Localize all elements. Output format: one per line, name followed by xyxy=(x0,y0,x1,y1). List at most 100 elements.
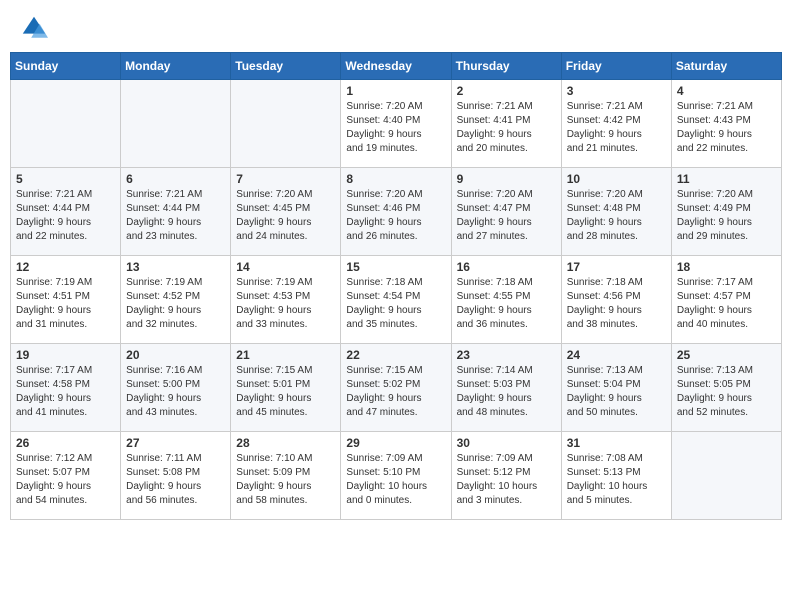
day-number: 4 xyxy=(677,84,776,98)
day-number: 12 xyxy=(16,260,115,274)
day-number: 17 xyxy=(567,260,666,274)
weekday-header-saturday: Saturday xyxy=(671,53,781,80)
calendar-header: SundayMondayTuesdayWednesdayThursdayFrid… xyxy=(11,53,782,80)
calendar-week-2: 5 Sunrise: 7:21 AM Sunset: 4:44 PM Daylig… xyxy=(11,168,782,256)
day-info: Sunrise: 7:20 AM Sunset: 4:48 PM Dayligh… xyxy=(567,188,666,244)
day-info: Sunrise: 7:20 AM Sunset: 4:45 PM Dayligh… xyxy=(236,188,335,244)
weekday-header-thursday: Thursday xyxy=(451,53,561,80)
day-number: 15 xyxy=(346,260,445,274)
calendar-cell: 30 Sunrise: 7:09 AM Sunset: 5:12 PM Dayli… xyxy=(451,432,561,520)
day-number: 7 xyxy=(236,172,335,186)
calendar-week-1: 1Sunrise: 7:20 AM Sunset: 4:40 PM Daylig… xyxy=(11,80,782,168)
day-number: 8 xyxy=(346,172,445,186)
logo xyxy=(20,14,52,42)
day-info: Sunrise: 7:14 AM Sunset: 5:03 PM Dayligh… xyxy=(457,364,556,420)
calendar-cell: 18Sunrise: 7:17 AM Sunset: 4:57 PM Dayli… xyxy=(671,256,781,344)
calendar-cell: 10Sunrise: 7:20 AM Sunset: 4:48 PM Dayli… xyxy=(561,168,671,256)
day-info: Sunrise: 7:20 AM Sunset: 4:46 PM Dayligh… xyxy=(346,188,445,244)
calendar-cell: 26Sunrise: 7:12 AM Sunset: 5:07 PM Dayli… xyxy=(11,432,121,520)
day-info: Sunrise: 7:19 AM Sunset: 4:51 PM Dayligh… xyxy=(16,276,115,332)
calendar-cell: 7 Sunrise: 7:20 AM Sunset: 4:45 PM Daylig… xyxy=(231,168,341,256)
calendar-week-5: 26Sunrise: 7:12 AM Sunset: 5:07 PM Dayli… xyxy=(11,432,782,520)
day-info: Sunrise: 7:21 AM Sunset: 4:43 PM Dayligh… xyxy=(677,100,776,156)
day-info: Sunrise: 7:19 AM Sunset: 4:52 PM Dayligh… xyxy=(126,276,225,332)
day-number: 18 xyxy=(677,260,776,274)
day-info: Sunrise: 7:18 AM Sunset: 4:55 PM Dayligh… xyxy=(457,276,556,332)
calendar-cell: 22 Sunrise: 7:15 AM Sunset: 5:02 PM Dayli… xyxy=(341,344,451,432)
calendar-week-3: 12 Sunrise: 7:19 AM Sunset: 4:51 PM Dayli… xyxy=(11,256,782,344)
calendar-week-4: 19Sunrise: 7:17 AM Sunset: 4:58 PM Dayli… xyxy=(11,344,782,432)
day-number: 25 xyxy=(677,348,776,362)
calendar-container: SundayMondayTuesdayWednesdayThursdayFrid… xyxy=(0,52,792,530)
weekday-header-friday: Friday xyxy=(561,53,671,80)
header xyxy=(0,0,792,52)
day-number: 6 xyxy=(126,172,225,186)
day-info: Sunrise: 7:20 AM Sunset: 4:47 PM Dayligh… xyxy=(457,188,556,244)
calendar-cell xyxy=(231,80,341,168)
calendar-cell: 2 Sunrise: 7:21 AM Sunset: 4:41 PM Daylig… xyxy=(451,80,561,168)
day-number: 2 xyxy=(457,84,556,98)
weekday-row: SundayMondayTuesdayWednesdayThursdayFrid… xyxy=(11,53,782,80)
day-info: Sunrise: 7:21 AM Sunset: 4:44 PM Dayligh… xyxy=(16,188,115,244)
calendar-cell: 6Sunrise: 7:21 AM Sunset: 4:44 PM Daylig… xyxy=(121,168,231,256)
day-number: 13 xyxy=(126,260,225,274)
day-info: Sunrise: 7:16 AM Sunset: 5:00 PM Dayligh… xyxy=(126,364,225,420)
day-number: 28 xyxy=(236,436,335,450)
day-number: 30 xyxy=(457,436,556,450)
day-info: Sunrise: 7:18 AM Sunset: 4:54 PM Dayligh… xyxy=(346,276,445,332)
day-info: Sunrise: 7:13 AM Sunset: 5:04 PM Dayligh… xyxy=(567,364,666,420)
day-info: Sunrise: 7:13 AM Sunset: 5:05 PM Dayligh… xyxy=(677,364,776,420)
day-number: 9 xyxy=(457,172,556,186)
calendar-cell: 31Sunrise: 7:08 AM Sunset: 5:13 PM Dayli… xyxy=(561,432,671,520)
day-number: 22 xyxy=(346,348,445,362)
day-number: 23 xyxy=(457,348,556,362)
calendar-cell: 5 Sunrise: 7:21 AM Sunset: 4:44 PM Daylig… xyxy=(11,168,121,256)
day-info: Sunrise: 7:17 AM Sunset: 4:58 PM Dayligh… xyxy=(16,364,115,420)
day-number: 26 xyxy=(16,436,115,450)
calendar-cell: 12 Sunrise: 7:19 AM Sunset: 4:51 PM Dayli… xyxy=(11,256,121,344)
calendar-body: 1Sunrise: 7:20 AM Sunset: 4:40 PM Daylig… xyxy=(11,80,782,520)
calendar-cell: 8 Sunrise: 7:20 AM Sunset: 4:46 PM Daylig… xyxy=(341,168,451,256)
day-number: 21 xyxy=(236,348,335,362)
calendar-cell: 13 Sunrise: 7:19 AM Sunset: 4:52 PM Dayli… xyxy=(121,256,231,344)
day-info: Sunrise: 7:19 AM Sunset: 4:53 PM Dayligh… xyxy=(236,276,335,332)
day-number: 1 xyxy=(346,84,445,98)
calendar-cell: 29Sunrise: 7:09 AM Sunset: 5:10 PM Dayli… xyxy=(341,432,451,520)
day-number: 31 xyxy=(567,436,666,450)
day-number: 3 xyxy=(567,84,666,98)
day-info: Sunrise: 7:15 AM Sunset: 5:02 PM Dayligh… xyxy=(346,364,445,420)
day-info: Sunrise: 7:21 AM Sunset: 4:41 PM Dayligh… xyxy=(457,100,556,156)
day-number: 5 xyxy=(16,172,115,186)
day-info: Sunrise: 7:11 AM Sunset: 5:08 PM Dayligh… xyxy=(126,452,225,508)
day-info: Sunrise: 7:09 AM Sunset: 5:10 PM Dayligh… xyxy=(346,452,445,508)
calendar-cell: 14 Sunrise: 7:19 AM Sunset: 4:53 PM Dayli… xyxy=(231,256,341,344)
calendar-cell: 23 Sunrise: 7:14 AM Sunset: 5:03 PM Dayli… xyxy=(451,344,561,432)
day-info: Sunrise: 7:09 AM Sunset: 5:12 PM Dayligh… xyxy=(457,452,556,508)
day-info: Sunrise: 7:15 AM Sunset: 5:01 PM Dayligh… xyxy=(236,364,335,420)
day-number: 16 xyxy=(457,260,556,274)
weekday-header-monday: Monday xyxy=(121,53,231,80)
weekday-header-tuesday: Tuesday xyxy=(231,53,341,80)
day-number: 24 xyxy=(567,348,666,362)
calendar-cell xyxy=(671,432,781,520)
page: SundayMondayTuesdayWednesdayThursdayFrid… xyxy=(0,0,792,612)
calendar-cell: 28 Sunrise: 7:10 AM Sunset: 5:09 PM Dayli… xyxy=(231,432,341,520)
day-number: 20 xyxy=(126,348,225,362)
calendar-cell: 11 Sunrise: 7:20 AM Sunset: 4:49 PM Dayli… xyxy=(671,168,781,256)
day-info: Sunrise: 7:18 AM Sunset: 4:56 PM Dayligh… xyxy=(567,276,666,332)
calendar-table: SundayMondayTuesdayWednesdayThursdayFrid… xyxy=(10,52,782,520)
weekday-header-sunday: Sunday xyxy=(11,53,121,80)
weekday-header-wednesday: Wednesday xyxy=(341,53,451,80)
day-number: 14 xyxy=(236,260,335,274)
day-info: Sunrise: 7:20 AM Sunset: 4:49 PM Dayligh… xyxy=(677,188,776,244)
calendar-cell: 27 Sunrise: 7:11 AM Sunset: 5:08 PM Dayli… xyxy=(121,432,231,520)
day-number: 11 xyxy=(677,172,776,186)
calendar-cell: 16 Sunrise: 7:18 AM Sunset: 4:55 PM Dayli… xyxy=(451,256,561,344)
calendar-cell xyxy=(121,80,231,168)
calendar-cell: 9 Sunrise: 7:20 AM Sunset: 4:47 PM Daylig… xyxy=(451,168,561,256)
calendar-cell: 3Sunrise: 7:21 AM Sunset: 4:42 PM Daylig… xyxy=(561,80,671,168)
calendar-cell: 20 Sunrise: 7:16 AM Sunset: 5:00 PM Dayli… xyxy=(121,344,231,432)
day-number: 27 xyxy=(126,436,225,450)
day-info: Sunrise: 7:10 AM Sunset: 5:09 PM Dayligh… xyxy=(236,452,335,508)
calendar-cell: 17 Sunrise: 7:18 AM Sunset: 4:56 PM Dayli… xyxy=(561,256,671,344)
